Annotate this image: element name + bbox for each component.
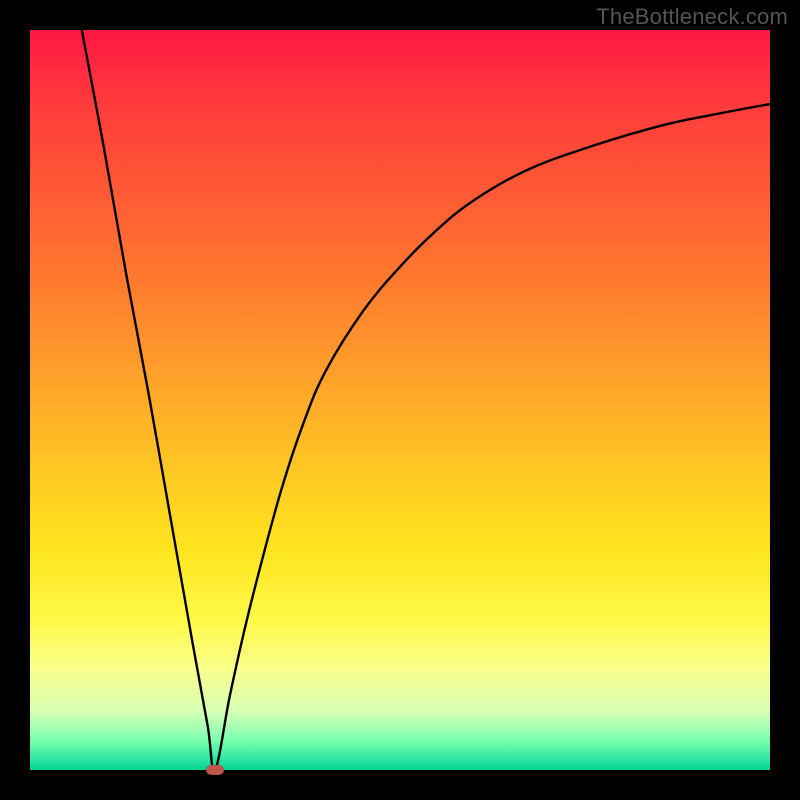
plot-area bbox=[30, 30, 770, 770]
bottleneck-curve bbox=[30, 30, 770, 770]
watermark-text: TheBottleneck.com bbox=[596, 4, 788, 30]
curve-path bbox=[82, 30, 770, 770]
min-point-marker bbox=[206, 765, 224, 775]
chart-frame: TheBottleneck.com bbox=[0, 0, 800, 800]
